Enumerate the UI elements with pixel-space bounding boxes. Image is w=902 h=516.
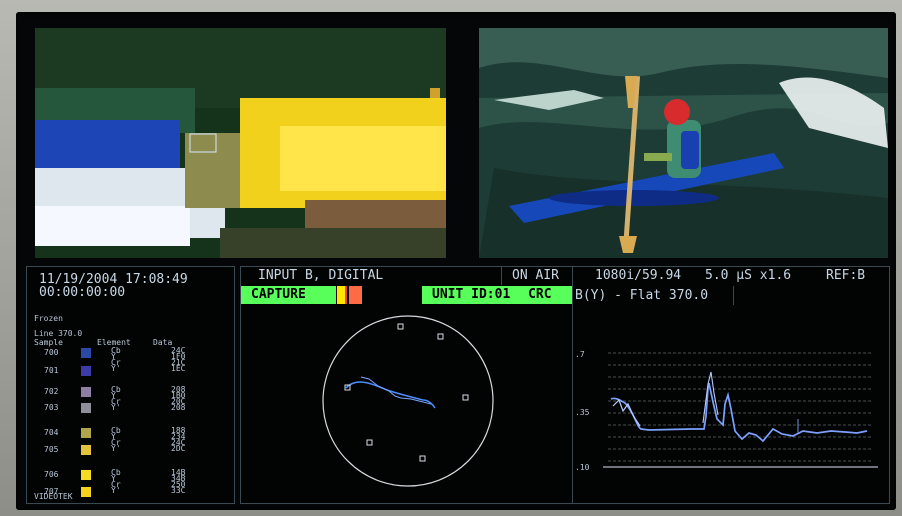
- sample-number: 702: [44, 387, 59, 396]
- sample-row: 705: [27, 444, 234, 472]
- sample-number: 705: [44, 445, 59, 454]
- color-swatch: [81, 487, 91, 497]
- color-swatch: [81, 403, 91, 413]
- video-right-kayaker: [479, 28, 888, 258]
- waveform-label: B(Y) - Flat 370.0: [575, 288, 709, 303]
- wave-label-010: .10: [575, 463, 590, 472]
- audio-level-red: [349, 286, 362, 304]
- monitor-bezel: 11/19/2004 17:08:49 00:00:00:00 Frozen L…: [0, 0, 902, 516]
- crc-label: CRC: [528, 287, 552, 302]
- video-left-zoom: [35, 28, 446, 258]
- status-panel: INPUT B, DIGITAL ON AIR CAPTURE UNIT ID:…: [240, 266, 574, 504]
- data-header: Data: [153, 338, 173, 347]
- sample-number: 700: [44, 348, 59, 357]
- color-swatch: [81, 428, 91, 438]
- sample-number: 706: [44, 470, 59, 479]
- vectorscope-display: [322, 315, 494, 487]
- sample-number: 703: [44, 403, 59, 412]
- color-swatch: [81, 470, 91, 480]
- videotek-footer: VIDEOTEK: [34, 492, 73, 501]
- color-swatch: [81, 445, 91, 455]
- time-readout: 5.0 µS x1.6: [705, 268, 792, 283]
- waveform-panel: 1080i/59.94 5.0 µS x1.6 REF:B B(Y) - Fla…: [572, 266, 890, 504]
- audio-level-line: [345, 286, 347, 304]
- timecode-readout: 00:00:00:00: [39, 285, 126, 300]
- format-readout: 1080i/59.94: [595, 268, 682, 283]
- frozen-label: Frozen: [34, 314, 63, 323]
- wave-label-035: .35: [575, 408, 590, 417]
- sample-number: 704: [44, 428, 59, 437]
- sample-row: 703: [27, 402, 234, 430]
- sample-info-panel: 11/19/2004 17:08:49 00:00:00:00 Frozen L…: [26, 266, 235, 504]
- waveform-display: [603, 352, 878, 468]
- input-status: INPUT B, DIGITAL: [258, 268, 384, 283]
- onair-status: ON AIR: [512, 268, 559, 283]
- sample-number: 701: [44, 366, 59, 375]
- line-label: Line 370.0: [34, 329, 83, 338]
- ref-readout: REF:B: [826, 268, 866, 283]
- color-swatch: [81, 366, 91, 376]
- monitor-screen: 11/19/2004 17:08:49 00:00:00:00 Frozen L…: [16, 12, 896, 510]
- color-swatch: [81, 348, 91, 358]
- unit-id-indicator: UNIT ID:01 CRC: [422, 286, 573, 304]
- capture-label: CAPTURE: [251, 287, 306, 302]
- color-swatch: [81, 387, 91, 397]
- unit-id-label: UNIT ID:01: [432, 287, 511, 302]
- wave-label-07: .7: [575, 350, 585, 359]
- capture-button[interactable]: CAPTURE: [241, 286, 336, 304]
- sample-header: Sample: [34, 338, 63, 347]
